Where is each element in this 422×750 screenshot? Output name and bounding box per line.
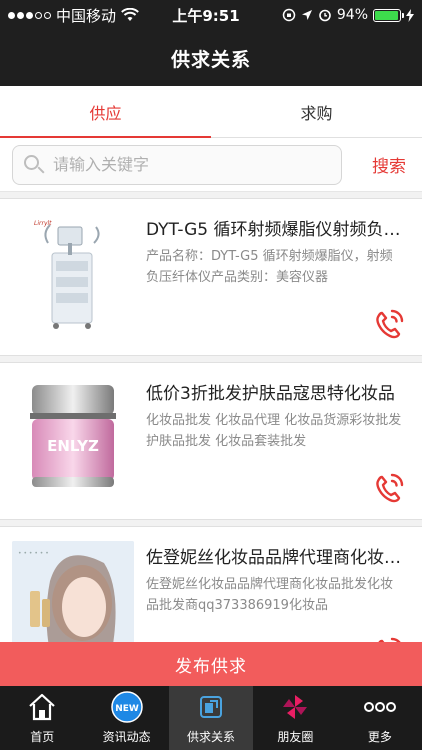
alarm-icon <box>319 9 331 22</box>
new-badge-text: NEW <box>115 704 139 714</box>
new-badge-icon: NEW <box>110 690 144 724</box>
search-box[interactable] <box>12 144 342 185</box>
more-icon <box>363 690 397 724</box>
cream-jar-image: ENLYZ <box>12 377 134 497</box>
battery-icon <box>373 8 404 22</box>
phone-call-icon[interactable] <box>368 467 410 509</box>
phone-call-icon[interactable] <box>368 303 410 345</box>
item-title: 佐登妮丝化妆品品牌代理商化妆品批发 <box>146 548 404 568</box>
publish-button[interactable]: 发布供求 <box>0 642 422 686</box>
status-left: 中国移动 <box>8 5 168 26</box>
tabbar-label: 朋友圈 <box>277 730 314 744</box>
search-input[interactable] <box>53 155 323 174</box>
item-description: 化妆品批发 化妆品代理 化妆品货源彩妆批发 护肤品批发 化妆品套装批发 <box>146 413 402 449</box>
signal-icon <box>8 11 51 19</box>
carrier-label: 中国移动 <box>56 6 117 25</box>
nav-bar: 供求关系 <box>0 30 422 86</box>
search-button[interactable]: 搜索 <box>372 152 410 177</box>
svg-text:• • • • • •: • • • • • • <box>18 550 49 557</box>
tabbar-news[interactable]: NEW 资讯动态 <box>84 686 168 750</box>
tabbar-friends[interactable]: 朋友圈 <box>253 686 337 750</box>
supply-list: Lirrylt DYT-G5 循环射频爆脂仪射频负压纤体仪 产品名称：DYT-G… <box>0 192 422 684</box>
tabbar-label: 首页 <box>30 730 55 744</box>
brand-logo-text: ENLYZ <box>47 437 99 455</box>
status-right: 94% <box>244 7 414 23</box>
tabbar-supply[interactable]: 供求关系 <box>168 686 254 750</box>
supply-icon <box>194 690 228 724</box>
segment-tabs: 供应 求购 <box>0 86 422 138</box>
screen: 中国移动 上午9:51 94% 供求关系 供应 求购 请输入关键字 搜索 Lir… <box>0 0 422 750</box>
page-title: 供求关系 <box>170 48 251 71</box>
item-description: 佐登妮丝化妆品品牌代理商化妆品批发化妆品批发商qq373386919化妆品 <box>146 577 394 613</box>
clock: 上午9:51 <box>172 6 240 25</box>
tabbar-label: 资讯动态 <box>102 730 151 744</box>
item-title: 低价3折批发护肤品寇思特化妆品 <box>146 384 395 404</box>
tab-supply[interactable]: 供应 <box>0 86 211 138</box>
pinwheel-icon <box>278 690 312 724</box>
wifi-icon <box>121 8 139 21</box>
search-bar: 搜索 <box>0 138 422 192</box>
tabbar-more[interactable]: 更多 <box>338 686 422 750</box>
location-icon <box>301 10 312 20</box>
orientation-lock-icon <box>282 8 296 22</box>
status-bar: 中国移动 上午9:51 94% <box>0 0 422 30</box>
tabbar-label: 供求关系 <box>187 730 236 744</box>
item-description: 产品名称：DYT-G5 循环射频爆脂仪，射频负压纤体仪产品类别：美容仪器 <box>146 249 393 285</box>
item-body: 低价3折批发护肤品寇思特化妆品 化妆品批发 化妆品代理 化妆品货源彩妆批发 护肤… <box>146 377 406 519</box>
tabbar-label: 更多 <box>367 730 392 744</box>
item-title: DYT-G5 循环射频爆脂仪射频负压纤体仪 <box>146 220 404 240</box>
search-icon <box>23 154 45 176</box>
home-icon <box>25 690 59 724</box>
tabbar-home[interactable]: 首页 <box>0 686 84 750</box>
item-body: DYT-G5 循环射频爆脂仪射频负压纤体仪 产品名称：DYT-G5 循环射频爆脂… <box>146 213 406 355</box>
beauty-machine-image: Lirrylt <box>12 213 134 333</box>
charging-icon <box>406 8 414 22</box>
list-item[interactable]: Lirrylt DYT-G5 循环射频爆脂仪射频负压纤体仪 产品名称：DYT-G… <box>0 198 422 356</box>
tab-demand[interactable]: 求购 <box>211 86 422 137</box>
bottom-tab-bar: 首页 NEW 资讯动态 供求关系 朋友圈 更多 <box>0 686 422 750</box>
svg-text:Lirrylt: Lirrylt <box>34 220 52 227</box>
list-item[interactable]: ENLYZ 低价3折批发护肤品寇思特化妆品 化妆品批发 化妆品代理 化妆品货源彩… <box>0 362 422 520</box>
battery-percent: 94% <box>336 7 368 23</box>
